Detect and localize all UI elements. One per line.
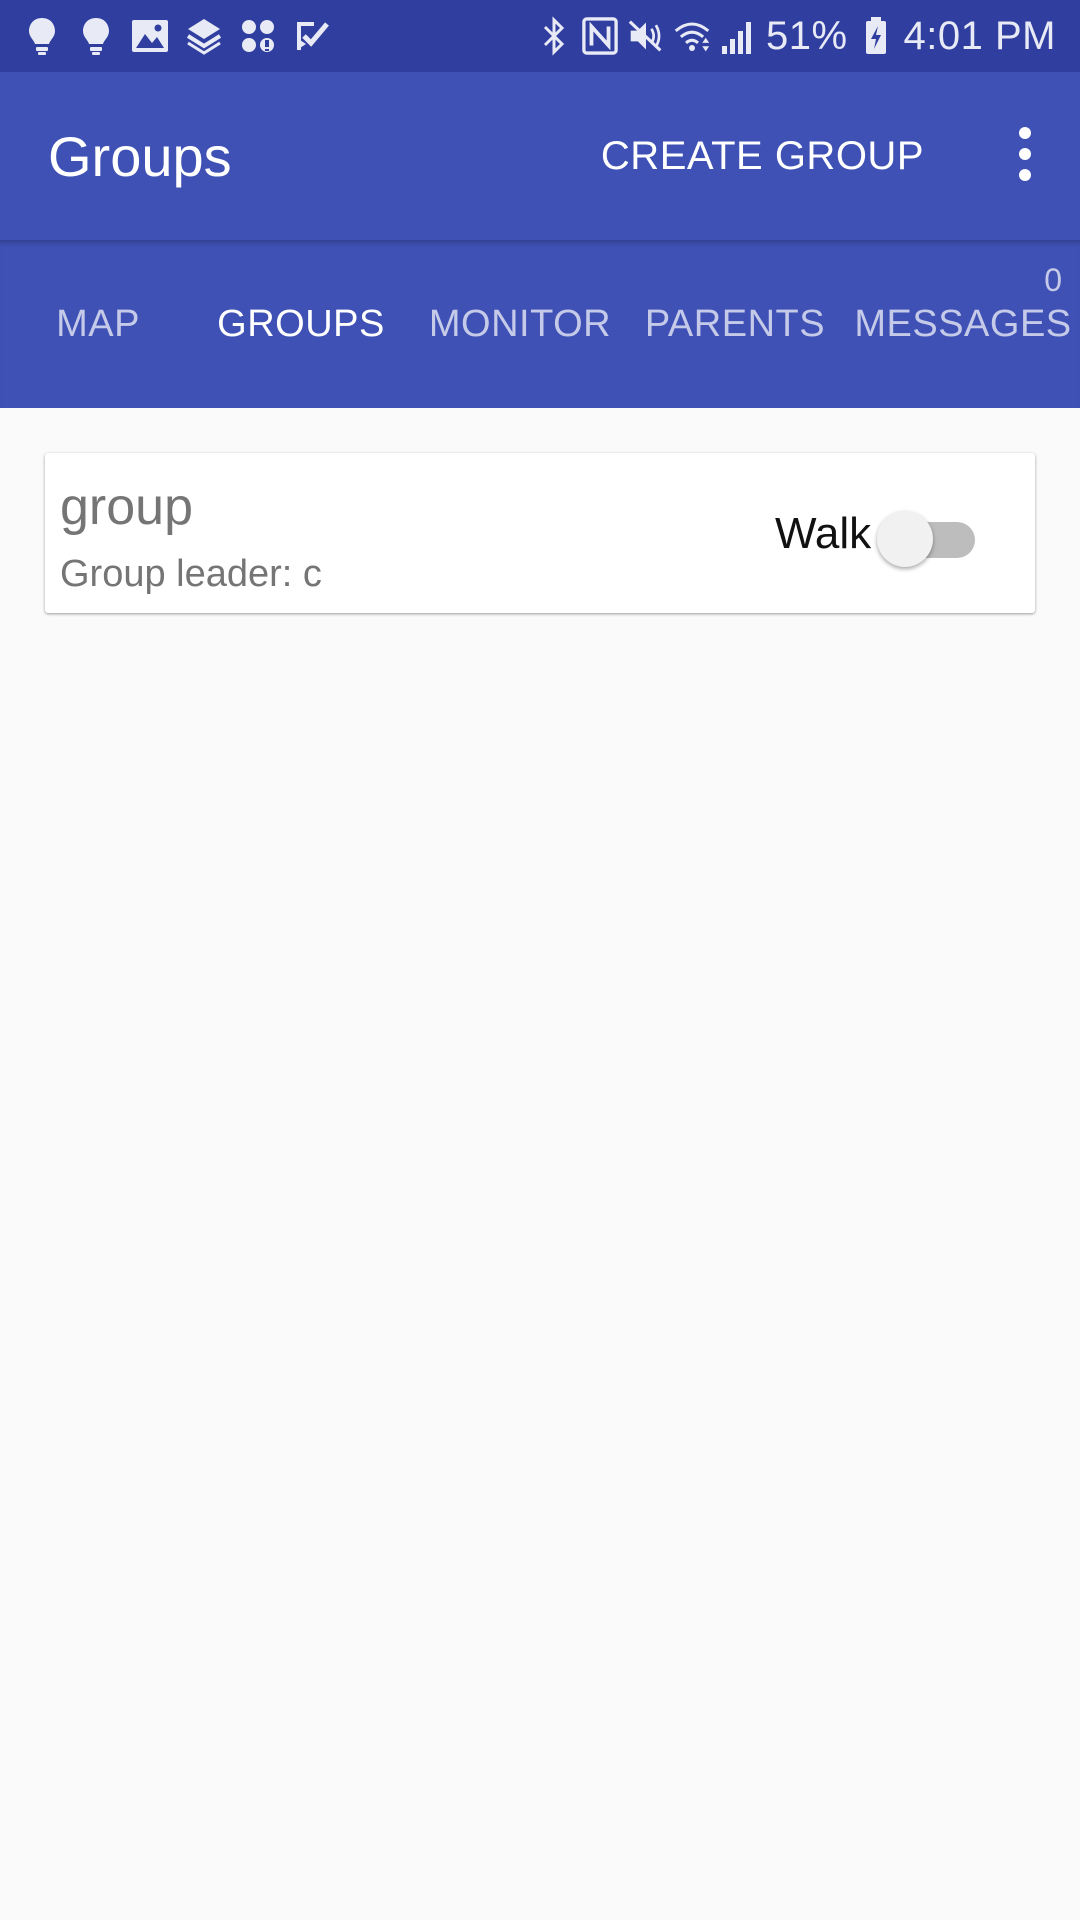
bulb-icon [76, 14, 116, 58]
battery-percent: 51% [765, 13, 848, 58]
tab-parents[interactable]: PARENTS [638, 240, 832, 408]
menu-dot [1019, 148, 1031, 160]
walk-label: Walk [775, 509, 872, 558]
walk-toggle-thumb [877, 511, 933, 567]
messages-count-badge: 0 [1044, 262, 1062, 298]
image-icon [130, 14, 170, 58]
menu-dot [1019, 169, 1031, 181]
bluetooth-icon [536, 14, 572, 58]
page-title: Groups [48, 125, 232, 188]
system-status: 51% 4:01 PM [536, 10, 1056, 62]
more-vert-icon[interactable] [998, 124, 1052, 184]
group-leader: Group leader: c [60, 553, 322, 595]
group-card[interactable]: group Group leader: c Walk [45, 453, 1035, 613]
status-bar: 51% 4:01 PM [0, 0, 1080, 72]
nfc-icon [582, 14, 618, 58]
check-icon [292, 14, 332, 58]
bulb-icon [22, 14, 62, 58]
tab-groups[interactable]: GROUPS [196, 240, 406, 408]
walk-toggle[interactable] [875, 509, 985, 569]
apps-icon [238, 14, 278, 58]
notification-icons [22, 14, 332, 58]
app-bar: Groups CREATE GROUP [0, 72, 1080, 240]
layers-icon [184, 14, 224, 58]
tab-map[interactable]: MAP [0, 240, 196, 408]
tab-bar: MAP GROUPS MONITOR PARENTS MESSAGES [0, 240, 1080, 408]
wifi-icon [674, 14, 710, 58]
battery-charging-icon [858, 14, 894, 58]
tab-messages[interactable]: MESSAGES [852, 240, 1074, 408]
group-name: group [60, 478, 193, 536]
groups-list: group Group leader: c Walk [0, 408, 1080, 1920]
clock: 4:01 PM [903, 13, 1056, 58]
menu-dot [1019, 127, 1031, 139]
mute-icon [628, 14, 664, 58]
tab-monitor[interactable]: MONITOR [420, 240, 620, 408]
signal-icon [720, 14, 756, 58]
create-group-button[interactable]: CREATE GROUP [601, 134, 924, 179]
